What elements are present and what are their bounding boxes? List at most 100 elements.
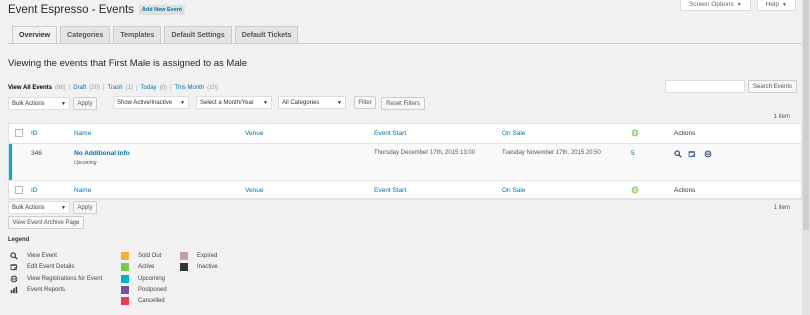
chevron-down-icon: ▼: [736, 1, 742, 8]
legend-status-upcoming: Upcoming: [121, 275, 165, 283]
active-inactive-select[interactable]: Show Active/Inactive ▼: [113, 96, 189, 109]
add-new-event-button[interactable]: Add New Event: [138, 5, 185, 15]
legend-status-inactive: Inactive: [180, 263, 218, 271]
legend-label: Edit Event Details: [27, 264, 75, 270]
select-all-checkbox[interactable]: [15, 186, 23, 194]
bulk-actions-select[interactable]: Bulk Actions ▼: [8, 97, 70, 110]
category-value: All Categories: [282, 99, 320, 106]
search-input[interactable]: [665, 80, 745, 93]
event-status: Upcoming: [74, 160, 97, 166]
calendar-edit-icon: [10, 264, 18, 271]
legend-label: View Registrations for Event: [27, 276, 103, 282]
registrations-count-link[interactable]: 5: [631, 150, 635, 157]
status-swatch: [180, 263, 188, 271]
column-venue[interactable]: Venue: [245, 187, 263, 194]
apply-button[interactable]: Apply: [73, 97, 97, 110]
reset-filters-button[interactable]: Reset Filters: [381, 97, 425, 110]
legend-label: View Event: [27, 253, 57, 259]
apply-button-bottom[interactable]: Apply: [73, 201, 97, 214]
bulk-actions-select-bottom[interactable]: Bulk Actions ▼: [8, 201, 70, 214]
select-all-checkbox[interactable]: [15, 129, 23, 137]
chevron-down-icon: ▼: [782, 1, 787, 8]
help-button[interactable]: Help ▼: [756, 0, 796, 11]
events-table: ID Name Venue Event Start On Sale Action…: [8, 123, 802, 200]
legend-item: Edit Event Details: [10, 263, 74, 271]
tabs-divider: [8, 43, 802, 44]
table-row: 346 No Additional Info Upcoming Thursday…: [9, 144, 801, 180]
this-month-link[interactable]: This Month: [174, 85, 204, 91]
separator: |: [102, 85, 105, 91]
event-on-sale-date: Tuesday November 17th, 2015 20:50: [502, 150, 601, 156]
top-item-count: 1 item: [773, 114, 790, 120]
screen-options-label: Screen Options: [688, 1, 734, 8]
tab-overview[interactable]: Overview: [12, 26, 58, 44]
scrollbar-thumb[interactable]: [803, 0, 809, 230]
column-event-start[interactable]: Event Start: [374, 130, 406, 137]
chart-icon: [10, 286, 18, 294]
search-events-button[interactable]: Search Events: [748, 80, 797, 93]
column-venue[interactable]: Venue: [245, 130, 263, 137]
event-name-link[interactable]: No Additional Info: [74, 150, 130, 157]
view-count: (10): [207, 85, 218, 91]
chevron-down-icon: ▼: [263, 99, 268, 106]
column-actions: Actions: [674, 130, 696, 137]
screen-options-button[interactable]: Screen Options ▼: [679, 0, 751, 11]
search-icon[interactable]: [674, 150, 682, 158]
tab-default-tickets[interactable]: Default Tickets: [234, 26, 299, 43]
view-event-archive-button[interactable]: View Event Archive Page: [8, 216, 84, 229]
filter-button[interactable]: Filter: [354, 96, 376, 109]
table-footer: ID Name Venue Event Start On Sale Action…: [9, 180, 801, 199]
registrations-globe-icon: [631, 129, 639, 137]
registrations-globe-icon: [631, 186, 639, 194]
viewing-heading: Viewing the events that First Male is as…: [8, 58, 248, 69]
bulk-actions-value: Bulk Actions: [12, 100, 45, 107]
tab-templates[interactable]: Templates: [113, 26, 162, 43]
event-name-cell: No Additional Info Upcoming: [74, 150, 130, 166]
legend-item: Event Reports: [10, 286, 65, 294]
column-on-sale[interactable]: On Sale: [502, 187, 526, 194]
legend-item: View Registrations for Event: [10, 275, 102, 283]
status-swatch: [121, 252, 129, 260]
calendar-edit-icon[interactable]: [688, 150, 696, 158]
column-on-sale[interactable]: On Sale: [502, 130, 526, 137]
globe-icon[interactable]: [704, 150, 712, 158]
separator: |: [135, 85, 138, 91]
column-name[interactable]: Name: [74, 130, 91, 137]
trash-link[interactable]: Trash: [108, 85, 123, 91]
today-link[interactable]: Today: [141, 85, 157, 91]
page-scrollbar[interactable]: [802, 0, 810, 315]
legend-status-label: Active: [138, 264, 155, 270]
separator: |: [68, 85, 71, 91]
status-swatch: [121, 263, 129, 271]
category-select[interactable]: All Categories ▼: [278, 96, 346, 109]
column-event-start[interactable]: Event Start: [374, 187, 406, 194]
chevron-down-icon: ▼: [61, 100, 66, 107]
table-header: ID Name Venue Event Start On Sale Action…: [9, 124, 801, 144]
legend-status-cancelled: Cancelled: [121, 297, 165, 305]
help-label: Help: [765, 1, 780, 8]
event-id: 346: [31, 150, 42, 157]
status-swatch: [121, 275, 129, 283]
separator: |: [169, 85, 172, 91]
column-id[interactable]: ID: [31, 187, 38, 194]
view-all-events-link[interactable]: View All Events: [8, 85, 52, 91]
screen-meta-links: Screen Options ▼ Help ▼: [679, 0, 796, 11]
status-swatch: [121, 286, 129, 294]
view-count: (0): [159, 85, 167, 91]
view-count: (1): [125, 85, 133, 91]
column-id[interactable]: ID: [31, 130, 38, 137]
tab-categories[interactable]: Categories: [60, 26, 111, 43]
legend-status-label: Inactive: [197, 264, 218, 270]
chevron-down-icon: ▼: [61, 204, 66, 211]
draft-link[interactable]: Draft: [73, 85, 86, 91]
title-row: Event Espresso - Events Add New Event: [8, 4, 185, 16]
status-swatch: [121, 297, 129, 305]
tab-default-settings[interactable]: Default Settings: [164, 26, 232, 43]
month-year-select[interactable]: Select a Month/Year ▼: [196, 96, 272, 109]
status-swatch: [180, 252, 188, 260]
nav-tabs: Overview Categories Templates Default Se…: [12, 26, 299, 44]
column-name[interactable]: Name: [74, 187, 91, 194]
bulk-actions-value: Bulk Actions: [12, 204, 45, 211]
chevron-down-icon: ▼: [337, 99, 342, 106]
globe-icon: [10, 275, 18, 283]
